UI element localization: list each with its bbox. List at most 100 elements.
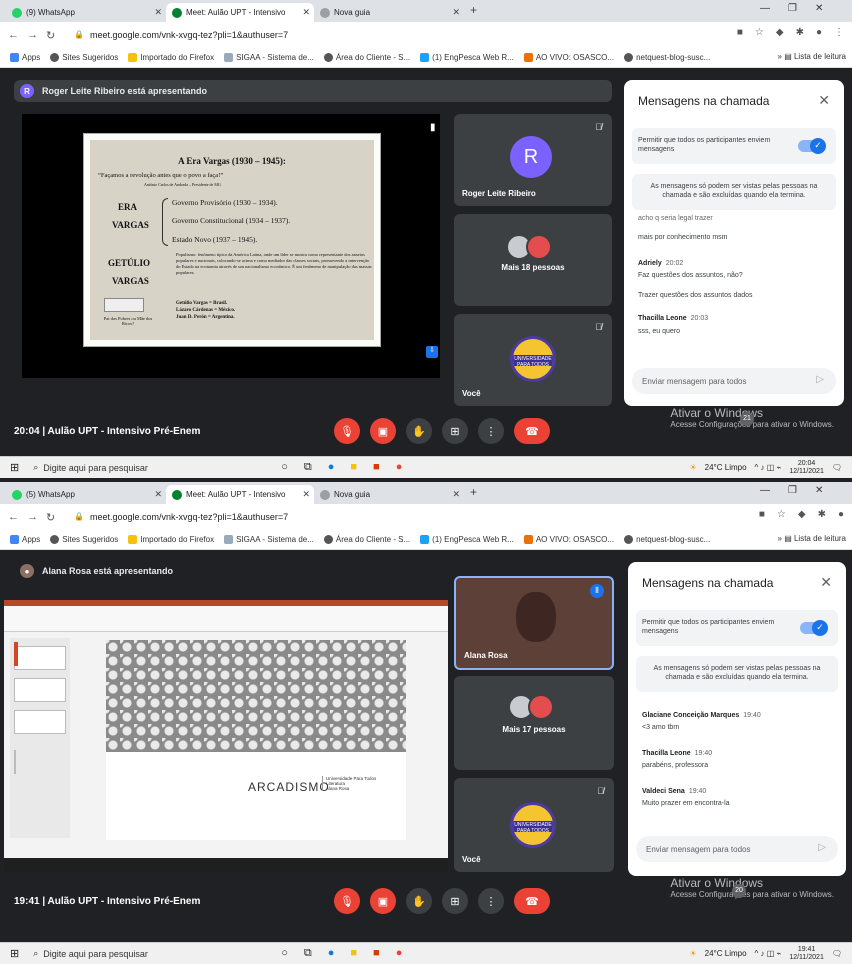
permit-toggle[interactable]: ✓ (800, 620, 828, 636)
reading-list[interactable]: » ▤ Lista de leitura (778, 534, 846, 543)
task-view-icon[interactable]: ⧉ (304, 947, 312, 960)
cortana-icon[interactable]: ○ (281, 947, 288, 960)
maximize-icon[interactable]: ❐ (788, 485, 797, 496)
office-icon[interactable]: ■ (373, 461, 380, 474)
end-call-button[interactable]: ☎ (514, 418, 550, 444)
more-options-button[interactable]: ⋮ (478, 418, 504, 444)
close-icon[interactable]: ✕ (452, 7, 460, 18)
close-icon[interactable]: ✕ (154, 489, 162, 500)
bookmark-apps[interactable]: Apps (10, 53, 40, 62)
tab-whatsapp[interactable]: (9) WhatsApp ✕ (6, 3, 166, 22)
back-icon[interactable]: ← (8, 511, 19, 523)
end-call-button[interactable]: ☎ (514, 888, 550, 914)
participant-tile-self[interactable]: 🎙̸ UNIVERSIDADE PARA TODOS Você (454, 778, 614, 872)
tab-meet[interactable]: Meet: Aulão UPT - Intensivo ✕ (166, 3, 314, 22)
close-icon[interactable]: ✕ (818, 92, 830, 109)
bookmark[interactable]: netquest-blog-susc... (624, 535, 710, 544)
forward-icon[interactable]: → (27, 29, 38, 41)
chrome-icon[interactable]: ● (396, 947, 403, 960)
star-icon[interactable]: ☆ (755, 27, 764, 38)
puzzle-icon[interactable]: ✱ (818, 509, 826, 520)
puzzle-icon[interactable]: ✱ (796, 27, 804, 38)
tray-icons[interactable]: ^ ♪ ◫ ⌁ (755, 949, 782, 958)
camera-icon[interactable]: ■ (737, 27, 743, 38)
close-icon[interactable]: ✕ (452, 489, 460, 500)
task-view-icon[interactable]: ⧉ (304, 461, 312, 474)
bookmark-icon[interactable]: ▮ (430, 122, 436, 133)
raise-hand-button[interactable]: ✋ (406, 418, 432, 444)
bookmark[interactable]: AO VIVO: OSASCO... (523, 53, 614, 62)
send-icon[interactable]: ▷ (816, 374, 824, 385)
chrome-icon[interactable]: ● (396, 461, 403, 474)
participant-tile-group[interactable]: Mais 18 pessoas (454, 214, 612, 306)
star-icon[interactable]: ☆ (777, 509, 786, 520)
tab-new[interactable]: Nova guia ✕ (314, 485, 464, 504)
thumbnail[interactable] (14, 678, 66, 702)
taskbar-search[interactable]: ⌕ Digite aqui para pesquisar (33, 948, 233, 959)
url-field[interactable]: 🔒 meet.google.com/vnk-xvgq-tez?pli=1&auth… (68, 507, 728, 526)
cortana-icon[interactable]: ○ (281, 461, 288, 474)
mic-off-button[interactable]: 🎙 (334, 888, 360, 914)
explorer-icon[interactable]: ■ (350, 461, 357, 474)
thumbnail[interactable] (14, 642, 18, 666)
reload-icon[interactable]: ↻ (46, 511, 55, 524)
bookmark[interactable]: Área do Cliente - S... (323, 535, 410, 544)
extension-icon[interactable]: ◆ (776, 27, 784, 38)
close-icon[interactable]: ✕ (302, 489, 310, 500)
chat-input[interactable]: Enviar mensagem para todos ▷ (632, 368, 836, 394)
new-tab-button[interactable]: + (470, 3, 477, 17)
chat-input[interactable]: Enviar mensagem para todos ▷ (636, 836, 838, 862)
tray-icons[interactable]: ^ ♪ ◫ ⌁ (755, 463, 782, 472)
tab-new[interactable]: Nova guia ✕ (314, 3, 464, 22)
notifications-icon[interactable]: 🗨 (832, 463, 842, 472)
edge-icon[interactable]: ● (328, 947, 335, 960)
participant-tile-active[interactable]: ⦀ Alana Rosa (454, 576, 614, 670)
tab-meet[interactable]: Meet: Aulão UPT - Intensivo ✕ (166, 485, 314, 504)
bookmark[interactable]: Área do Cliente - S... (323, 53, 410, 62)
profile-icon[interactable]: ● (816, 27, 822, 38)
bookmark[interactable]: netquest-blog-susc... (624, 53, 710, 62)
camera-icon[interactable]: ■ (759, 509, 765, 520)
edge-icon[interactable]: ● (328, 461, 335, 474)
bookmark[interactable]: SIGAA - Sistema de... (224, 535, 314, 544)
tab-whatsapp[interactable]: (5) WhatsApp ✕ (6, 485, 166, 504)
bookmark[interactable]: Sites Sugeridos (50, 53, 118, 62)
profile-icon[interactable]: ● (838, 509, 844, 520)
close-icon[interactable]: ✕ (302, 7, 310, 18)
send-icon[interactable]: ▷ (818, 842, 826, 853)
bookmark[interactable]: (1) EngPesca Web R... (420, 535, 514, 544)
url-field[interactable]: 🔒 meet.google.com/vnk-xvgq-tez?pli=1&auth… (68, 25, 728, 44)
participant-tile-self[interactable]: 🎙̸ UNIVERSIDADE PARA TODOS Você (454, 314, 612, 406)
bookmark[interactable]: (1) EngPesca Web R... (420, 53, 514, 62)
menu-icon[interactable]: ⋮ (834, 27, 844, 38)
minimize-icon[interactable]: — (760, 485, 770, 496)
participant-tile-group[interactable]: Mais 17 pessoas (454, 676, 614, 770)
participant-tile[interactable]: 🎙̸ R Roger Leite Ribeiro (454, 114, 612, 206)
present-button[interactable]: ⊞ (442, 888, 468, 914)
maximize-icon[interactable]: ❐ (788, 3, 797, 14)
minimize-icon[interactable]: — (760, 3, 770, 14)
windows-start-icon[interactable]: ⊞ (10, 461, 19, 474)
bookmark[interactable]: SIGAA - Sistema de... (224, 53, 314, 62)
thumbnail[interactable] (14, 750, 16, 774)
camera-off-button[interactable]: ▣ (370, 418, 396, 444)
thumbnail[interactable] (14, 710, 66, 734)
extension-icon[interactable]: ◆ (798, 509, 806, 520)
permit-toggle[interactable]: ✓ (798, 138, 826, 154)
back-icon[interactable]: ← (8, 29, 19, 41)
camera-off-button[interactable]: ▣ (370, 888, 396, 914)
explorer-icon[interactable]: ■ (350, 947, 357, 960)
windows-start-icon[interactable]: ⊞ (10, 947, 19, 960)
bookmark-apps[interactable]: Apps (10, 535, 40, 544)
present-button[interactable]: ⊞ (442, 418, 468, 444)
notifications-icon[interactable]: 🗨 (832, 949, 842, 958)
mic-off-button[interactable]: 🎙 (334, 418, 360, 444)
download-icon[interactable]: ⇩ (426, 346, 438, 358)
close-icon[interactable]: ✕ (820, 574, 832, 591)
reading-list[interactable]: » ▤ Lista de leitura (778, 52, 846, 61)
more-options-button[interactable]: ⋮ (478, 888, 504, 914)
reload-icon[interactable]: ↻ (46, 29, 55, 42)
office-icon[interactable]: ■ (373, 947, 380, 960)
bookmark[interactable]: Importado do Firefox (128, 53, 214, 62)
raise-hand-button[interactable]: ✋ (406, 888, 432, 914)
